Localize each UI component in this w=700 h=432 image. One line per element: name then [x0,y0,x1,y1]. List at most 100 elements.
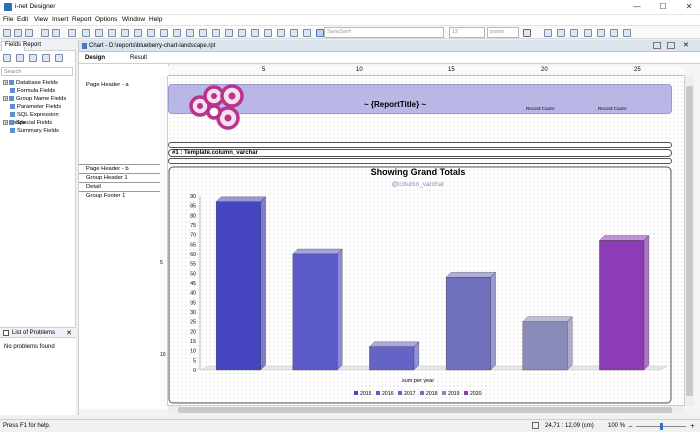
insert-line-icon[interactable] [147,29,155,37]
menu-view[interactable]: View [34,16,48,23]
insert-group-icon[interactable] [134,29,142,37]
minimize-button[interactable]: — [630,2,644,12]
refresh-fields-icon[interactable] [55,54,63,62]
section-page-header-a[interactable]: Page Header - a [86,82,129,88]
expand-icon[interactable]: + [3,95,8,101]
tree-group-name-fields[interactable]: + Group Name Fields [3,95,66,103]
redo-icon[interactable] [52,29,60,37]
align-right-icon[interactable] [610,29,618,37]
tab-report[interactable]: Report [23,42,41,48]
tree-database-fields[interactable]: + Database Fields [3,79,58,87]
zoom-out-icon[interactable]: − [628,423,633,430]
tree-summary-fields[interactable]: Summary Fields [10,127,59,135]
align-justify-icon[interactable] [623,29,631,37]
save-icon[interactable] [25,29,33,37]
insert-data-icon[interactable] [290,29,298,37]
record-count-label-1[interactable]: Record Count: [526,106,555,111]
menu-file[interactable]: File [3,16,13,23]
font-size-select[interactable]: 12 [449,27,485,38]
font-color-icon[interactable] [523,29,531,37]
insert-barcode-icon[interactable] [225,29,233,37]
section-divider[interactable] [79,191,169,192]
document-tab[interactable]: Chart - D:\reports\blueberry-chart-lands… [79,40,700,52]
zoom-slider-thumb[interactable] [660,423,663,430]
menu-help[interactable]: Help [149,16,162,23]
record-count-label-2[interactable]: Record Count: [598,106,627,111]
tree-sql-expression-fields[interactable]: SQL Expression Fields [10,111,75,126]
tree-special-fields[interactable]: + Special Fields [3,119,52,127]
group-header-field[interactable]: #1 : Template.column_varchar [172,150,258,156]
report-title-field[interactable]: ~ {ReportTitle} ~ [364,100,426,109]
undo-icon[interactable] [41,29,49,37]
tab-design[interactable]: Design [85,55,105,61]
horizontal-scroll-thumb[interactable] [178,407,672,413]
menu-insert[interactable]: Insert [52,16,68,23]
select-mode-icon[interactable] [316,29,324,37]
section-detail[interactable]: Detail [86,184,101,190]
expand-icon[interactable]: + [3,79,8,85]
underline-icon[interactable] [570,29,578,37]
restore-doc-icon[interactable] [653,42,661,49]
section-divider[interactable] [79,164,169,165]
horizontal-scrollbar[interactable] [168,405,684,414]
vertical-scroll-thumb[interactable] [686,86,693,396]
font-family-select[interactable]: SansSerif [324,27,444,38]
table-icon[interactable] [303,29,311,37]
edit-field-icon[interactable] [16,54,24,62]
chart[interactable]: Showing Grand Totals @column_varchar 0 5 1… [168,166,672,406]
align-center-icon[interactable] [597,29,605,37]
tab-result[interactable]: Result [130,55,147,61]
close-button[interactable]: ✕ [682,2,696,12]
group-icon [9,95,14,101]
tab-fields[interactable]: Fields [1,41,26,51]
horizontal-ruler[interactable]: 5 10 15 20 25 [168,66,684,76]
insert-formula-icon[interactable] [108,29,116,37]
insert-chart-icon[interactable] [186,29,194,37]
new-icon[interactable] [3,29,11,37]
insert-text-icon[interactable] [82,29,90,37]
close-doc-icon[interactable]: ✕ [683,41,689,49]
detail-band[interactable] [168,158,672,164]
menu-options[interactable]: Options [95,16,117,23]
delete-field-icon[interactable] [42,54,50,62]
report-canvas[interactable]: ~ {ReportTitle} ~ Record Count: Record C… [168,76,684,406]
maximize-doc-icon[interactable] [667,42,675,49]
italic-icon[interactable] [557,29,565,37]
vertical-scrollbar[interactable] [684,76,694,406]
section-divider[interactable] [79,173,169,174]
open-icon[interactable] [14,29,22,37]
section-group-header-1[interactable]: Group Header 1 [86,175,128,181]
size-unit-select[interactable]: points [487,27,519,38]
insert-html-icon[interactable] [251,29,259,37]
page-header-b-band[interactable] [168,142,672,148]
expand-icon[interactable]: + [3,119,8,125]
insert-box-icon[interactable] [160,29,168,37]
maximize-button[interactable]: ☐ [656,2,670,12]
menu-report[interactable]: Report [72,16,92,23]
tree-parameter-fields[interactable]: Parameter Fields [10,103,61,111]
insert-pdf-icon[interactable] [264,29,272,37]
bold-icon[interactable] [544,29,552,37]
insert-subreport-icon[interactable] [212,29,220,37]
insert-crosstab-icon[interactable] [199,29,207,37]
field-search-input[interactable]: Search [1,67,73,76]
insert-javabean-icon[interactable] [238,29,246,37]
section-page-header-b[interactable]: Page Header - b [86,166,129,172]
close-problems-icon[interactable]: ✕ [66,328,72,338]
insert-sql-icon[interactable] [277,29,285,37]
insert-image-icon[interactable] [173,29,181,37]
logo-image[interactable] [188,82,248,138]
insert-summary-icon[interactable] [121,29,129,37]
section-divider[interactable] [79,182,169,183]
menu-edit[interactable]: Edit [17,16,28,23]
rename-field-icon[interactable] [29,54,37,62]
insert-field-icon[interactable] [95,29,103,37]
vertical-ruler[interactable]: 5 10 [160,76,168,406]
hand-icon[interactable] [68,29,76,37]
tree-formula-fields[interactable]: Formula Fields [10,87,55,95]
add-field-icon[interactable] [3,54,11,62]
menu-window[interactable]: Window [122,16,145,23]
align-left-icon[interactable] [584,29,592,37]
section-group-footer-1[interactable]: Group Footer 1 [86,193,125,199]
zoom-in-icon[interactable]: + [690,423,695,430]
